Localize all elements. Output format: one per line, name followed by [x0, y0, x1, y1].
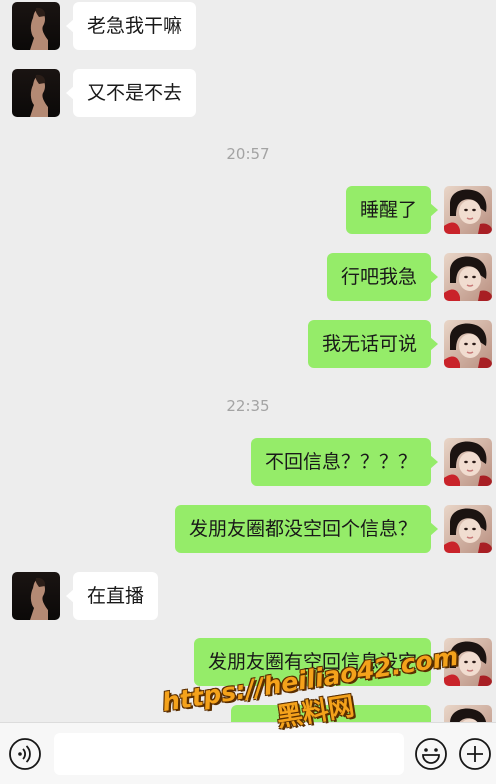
outgoing-message-bubble[interactable]: 行吧我急	[326, 253, 439, 301]
incoming-message-bubble[interactable]: 又不是不去	[65, 69, 197, 117]
message-row: 老急我干嘛	[0, 2, 496, 50]
outgoing-message-bubble[interactable]: 不回信息？？？？	[250, 438, 439, 486]
message-row: 发朋友圈有空回信息没空	[0, 638, 496, 686]
message-row: 发朋友圈都没空回个信息？	[0, 505, 496, 553]
message-row-partial	[0, 705, 496, 722]
self-avatar[interactable]	[444, 438, 492, 486]
chat-area[interactable]: 老急我干嘛 又不是不去 20:57 睡醒了 行吧我急 我无话可说 22:35 不…	[0, 0, 496, 722]
incoming-message-bubble[interactable]: 在直播	[65, 572, 159, 620]
timestamp: 20:57	[226, 145, 270, 163]
outgoing-message-bubble[interactable]: 睡醒了	[345, 186, 439, 234]
message-row: 行吧我急	[0, 253, 496, 301]
message-row: 又不是不去	[0, 69, 496, 117]
contact-avatar[interactable]	[12, 572, 60, 620]
self-avatar[interactable]	[444, 505, 492, 553]
self-avatar[interactable]	[444, 253, 492, 301]
self-avatar[interactable]	[444, 186, 492, 234]
incoming-message-bubble[interactable]: 老急我干嘛	[65, 2, 197, 50]
outgoing-message-bubble[interactable]: 发朋友圈有空回信息没空	[193, 638, 439, 686]
outgoing-message-bubble[interactable]: 发朋友圈都没空回个信息？	[174, 505, 439, 553]
contact-avatar[interactable]	[12, 2, 60, 50]
message-row: 不回信息？？？？	[0, 438, 496, 486]
input-bar	[0, 722, 496, 784]
outgoing-message-bubble[interactable]: 我无话可说	[307, 320, 439, 368]
self-avatar[interactable]	[444, 638, 492, 686]
voice-icon[interactable]	[8, 737, 42, 771]
message-row: 在直播	[0, 572, 496, 620]
message-row: 睡醒了	[0, 186, 496, 234]
timestamp: 22:35	[226, 397, 270, 415]
plus-icon[interactable]	[458, 737, 492, 771]
emoji-icon[interactable]	[414, 737, 448, 771]
message-row: 我无话可说	[0, 320, 496, 368]
self-avatar[interactable]	[444, 320, 492, 368]
message-input[interactable]	[54, 733, 404, 775]
self-avatar[interactable]	[444, 705, 492, 722]
contact-avatar[interactable]	[12, 69, 60, 117]
outgoing-message-bubble[interactable]	[231, 705, 431, 722]
